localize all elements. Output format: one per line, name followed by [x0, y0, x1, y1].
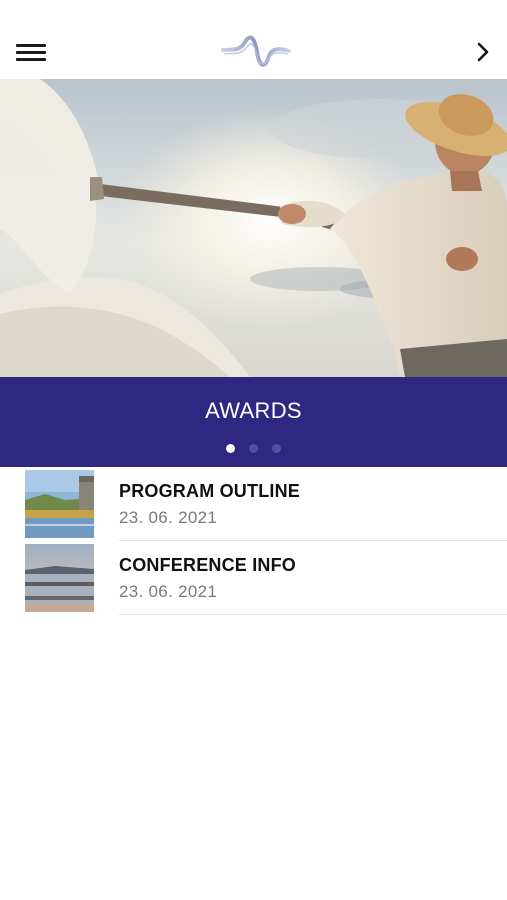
article-date: 23. 06. 2021 [119, 582, 218, 601]
pager-dot-1[interactable] [225, 444, 235, 453]
article-thumbnail [25, 544, 94, 612]
wave-logo-icon [221, 32, 291, 72]
article-title: PROGRAM OUTLINE [119, 481, 300, 501]
hero-image[interactable] [0, 79, 507, 377]
article-date: 23. 06. 2021 [119, 508, 218, 527]
hero-title: AWARDS [205, 398, 302, 423]
chevron-right-icon[interactable] [472, 40, 494, 64]
list-item[interactable]: PROGRAM OUTLINE 23. 06. 2021 [0, 467, 507, 541]
article-list: PROGRAM OUTLINE 23. 06. 2021 CONFERENCE … [0, 467, 507, 615]
top-bar [0, 0, 507, 79]
article-title: CONFERENCE INFO [119, 555, 297, 575]
article-thumbnail [25, 470, 94, 538]
list-item[interactable]: CONFERENCE INFO 23. 06. 2021 [0, 541, 507, 615]
pager-dot-3[interactable] [272, 444, 282, 453]
hero-banner[interactable]: AWARDS [0, 377, 507, 467]
carousel-pager [0, 440, 507, 453]
hamburger-menu-icon[interactable] [16, 42, 46, 62]
row-divider [119, 614, 507, 615]
pager-dot-2[interactable] [249, 444, 258, 453]
